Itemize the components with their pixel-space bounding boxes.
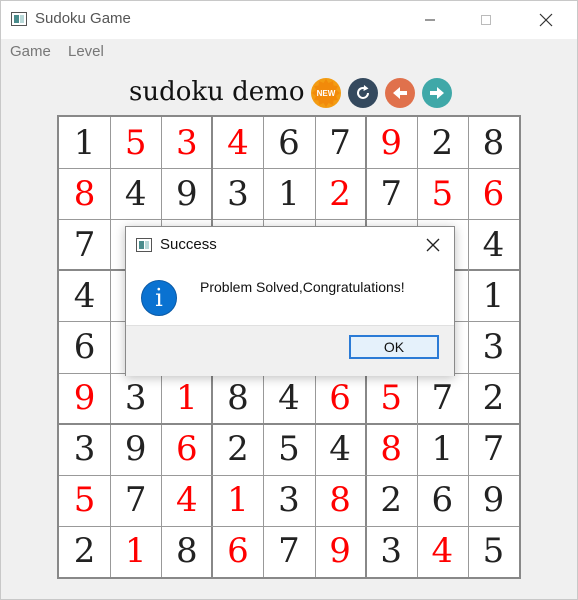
dialog-footer: OK bbox=[126, 325, 454, 376]
title-bar[interactable]: Sudoku Game bbox=[1, 1, 577, 39]
board-cell[interactable]: 1 bbox=[417, 424, 468, 475]
board-cell[interactable]: 3 bbox=[59, 424, 110, 475]
board-cell[interactable]: 9 bbox=[161, 168, 212, 219]
window-title: Sudoku Game bbox=[35, 10, 131, 27]
board-cell[interactable]: 7 bbox=[315, 117, 366, 168]
dialog-title: Success bbox=[160, 236, 217, 253]
board-cell[interactable]: 7 bbox=[366, 168, 417, 219]
board-cell[interactable]: 7 bbox=[417, 373, 468, 424]
board-cell[interactable]: 5 bbox=[366, 373, 417, 424]
board-cell[interactable]: 7 bbox=[110, 475, 161, 526]
board-cell[interactable]: 6 bbox=[263, 117, 314, 168]
board-cell[interactable]: 3 bbox=[468, 321, 519, 372]
ok-button[interactable]: OK bbox=[349, 335, 439, 359]
board-cell[interactable]: 7 bbox=[59, 219, 110, 270]
app-window: Sudoku Game Game Level sudoku demo NEW 1… bbox=[0, 0, 578, 600]
maximize-button[interactable] bbox=[463, 1, 509, 39]
board-cell[interactable]: 2 bbox=[59, 526, 110, 577]
board-cell[interactable]: 6 bbox=[161, 424, 212, 475]
dialog-close-button[interactable] bbox=[420, 233, 446, 257]
board-cell[interactable]: 1 bbox=[110, 526, 161, 577]
menu-game[interactable]: Game bbox=[10, 43, 51, 60]
board-cell[interactable]: 3 bbox=[110, 373, 161, 424]
app-icon bbox=[11, 12, 27, 26]
page-title: sudoku demo bbox=[129, 77, 305, 107]
reset-button[interactable] bbox=[348, 78, 378, 108]
board-cell[interactable]: 5 bbox=[110, 117, 161, 168]
board-cell[interactable]: 3 bbox=[366, 526, 417, 577]
board-cell[interactable]: 8 bbox=[315, 475, 366, 526]
board-cell[interactable]: 5 bbox=[59, 475, 110, 526]
board-cell[interactable]: 2 bbox=[366, 475, 417, 526]
reset-icon bbox=[357, 85, 369, 99]
board-cell[interactable]: 4 bbox=[468, 219, 519, 270]
close-icon bbox=[426, 238, 440, 252]
close-icon bbox=[539, 13, 553, 27]
board-cell[interactable]: 5 bbox=[417, 168, 468, 219]
new-game-button[interactable]: NEW bbox=[311, 78, 341, 108]
board-cell[interactable]: 1 bbox=[59, 117, 110, 168]
board-cell[interactable]: 2 bbox=[212, 424, 263, 475]
dialog-message: Problem Solved,Congratulations! bbox=[200, 279, 405, 295]
board-cell[interactable]: 8 bbox=[59, 168, 110, 219]
maximize-icon bbox=[481, 15, 491, 25]
dialog-app-icon bbox=[136, 238, 152, 252]
close-button[interactable] bbox=[523, 1, 569, 39]
board-cell[interactable]: 4 bbox=[110, 168, 161, 219]
board-cell[interactable]: 4 bbox=[59, 270, 110, 321]
board-cell[interactable]: 9 bbox=[366, 117, 417, 168]
board-cell[interactable]: 6 bbox=[468, 168, 519, 219]
board-cell[interactable]: 3 bbox=[161, 117, 212, 168]
board-cell[interactable]: 8 bbox=[212, 373, 263, 424]
board-cell[interactable]: 4 bbox=[161, 475, 212, 526]
board-cell[interactable]: 4 bbox=[212, 117, 263, 168]
board-cell[interactable]: 9 bbox=[110, 424, 161, 475]
board-cell[interactable]: 6 bbox=[315, 373, 366, 424]
info-icon: i bbox=[141, 280, 177, 316]
board-cell[interactable]: 2 bbox=[417, 117, 468, 168]
board-cell[interactable]: 7 bbox=[468, 424, 519, 475]
board-cell[interactable]: 9 bbox=[315, 526, 366, 577]
new-badge-label: NEW bbox=[316, 88, 336, 98]
board-cell[interactable]: 1 bbox=[468, 270, 519, 321]
menu-level[interactable]: Level bbox=[68, 43, 104, 60]
board-cell[interactable]: 9 bbox=[59, 373, 110, 424]
board-cell[interactable]: 2 bbox=[468, 373, 519, 424]
board-cell[interactable]: 8 bbox=[161, 526, 212, 577]
board-cell[interactable]: 9 bbox=[468, 475, 519, 526]
board-cell[interactable]: 8 bbox=[366, 424, 417, 475]
menu-bar: Game Level bbox=[1, 39, 577, 65]
forward-icon bbox=[430, 87, 444, 99]
board-cell[interactable]: 4 bbox=[263, 373, 314, 424]
board-cell[interactable]: 1 bbox=[263, 168, 314, 219]
dialog-title-bar[interactable]: Success bbox=[126, 227, 454, 263]
board-cell[interactable]: 5 bbox=[468, 526, 519, 577]
board-cell[interactable]: 7 bbox=[263, 526, 314, 577]
board-cell[interactable]: 1 bbox=[212, 475, 263, 526]
undo-button[interactable] bbox=[385, 78, 415, 108]
minimize-button[interactable] bbox=[407, 1, 453, 39]
board-cell[interactable]: 1 bbox=[161, 373, 212, 424]
minimize-icon bbox=[425, 19, 435, 21]
board-cell[interactable]: 4 bbox=[315, 424, 366, 475]
board-cell[interactable]: 6 bbox=[417, 475, 468, 526]
back-icon bbox=[393, 87, 407, 99]
board-cell[interactable]: 6 bbox=[212, 526, 263, 577]
board-cell[interactable]: 6 bbox=[59, 321, 110, 372]
board-cell[interactable]: 2 bbox=[315, 168, 366, 219]
board-cell[interactable]: 4 bbox=[417, 526, 468, 577]
board-cell[interactable]: 5 bbox=[263, 424, 314, 475]
success-dialog: Success i Problem Solved,Congratulations… bbox=[125, 226, 455, 376]
board-cell[interactable]: 8 bbox=[468, 117, 519, 168]
board-cell[interactable]: 3 bbox=[212, 168, 263, 219]
redo-button[interactable] bbox=[422, 78, 452, 108]
board-cell[interactable]: 3 bbox=[263, 475, 314, 526]
